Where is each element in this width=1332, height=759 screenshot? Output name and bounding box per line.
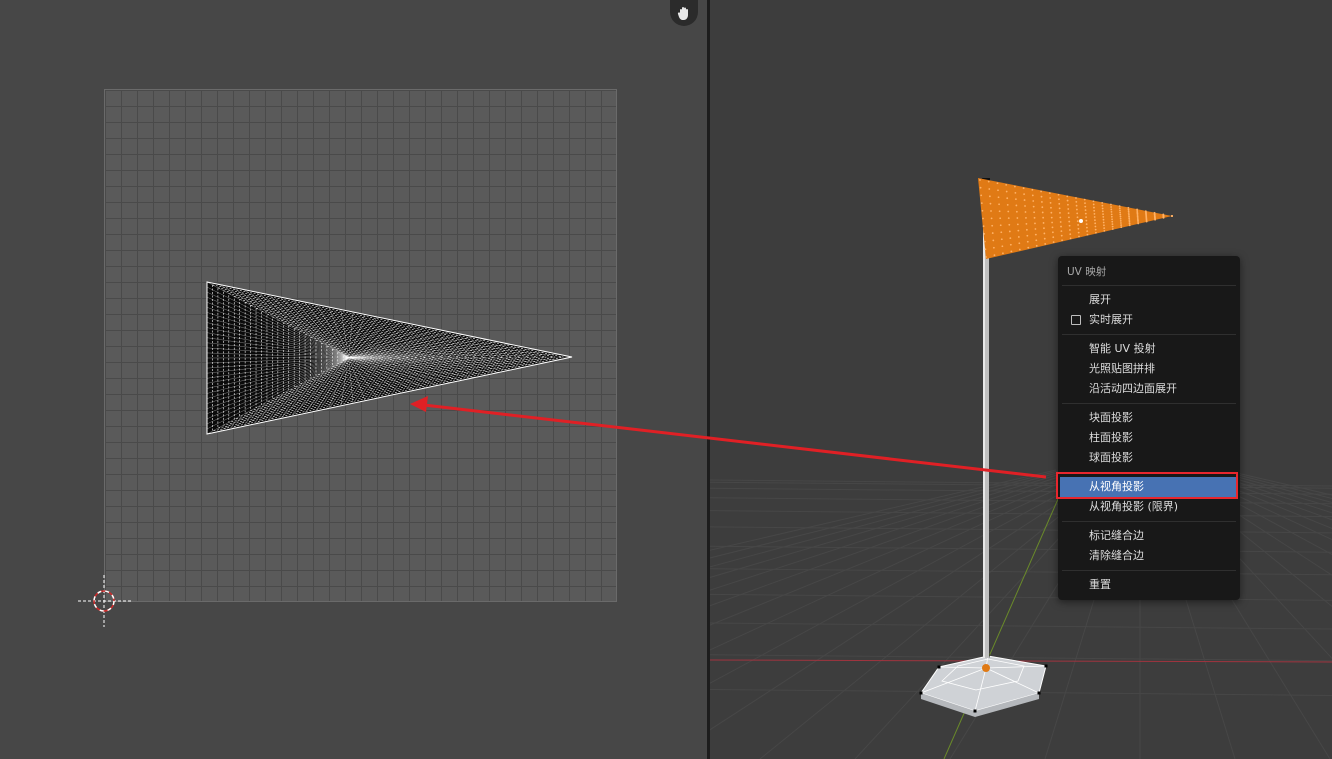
annotation-layer — [410, 396, 1047, 479]
annotation-arrowhead — [410, 396, 428, 412]
annotation-arrow — [423, 403, 1047, 479]
